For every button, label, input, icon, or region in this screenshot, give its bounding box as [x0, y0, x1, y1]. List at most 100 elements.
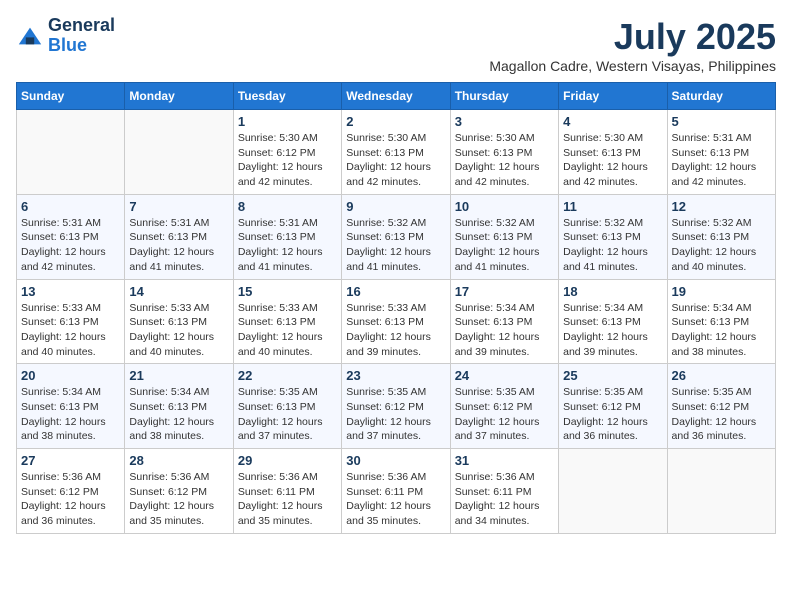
day-info: Sunrise: 5:34 AM Sunset: 6:13 PM Dayligh…: [563, 301, 662, 360]
day-info: Sunrise: 5:33 AM Sunset: 6:13 PM Dayligh…: [129, 301, 228, 360]
calendar-cell: [125, 110, 233, 195]
day-info: Sunrise: 5:36 AM Sunset: 6:11 PM Dayligh…: [346, 470, 445, 529]
day-number: 6: [21, 199, 120, 214]
calendar-cell: 17Sunrise: 5:34 AM Sunset: 6:13 PM Dayli…: [450, 279, 558, 364]
day-info: Sunrise: 5:36 AM Sunset: 6:11 PM Dayligh…: [238, 470, 337, 529]
location: Magallon Cadre, Western Visayas, Philipp…: [489, 58, 776, 74]
calendar-cell: 26 Sunrise: 5:35 AM Sunset: 6:12 PM Dayli…: [667, 364, 775, 449]
day-info: Sunrise: 5:34 AM Sunset: 6:13 PM Dayligh…: [129, 385, 228, 444]
day-info: Sunrise: 5:35 AM Sunset: 6:12 PM Dayligh…: [455, 385, 554, 444]
calendar-cell: 24Sunrise: 5:35 AM Sunset: 6:12 PM Dayli…: [450, 364, 558, 449]
calendar-cell: 11 Sunrise: 5:32 AM Sunset: 6:13 PM Dayli…: [559, 194, 667, 279]
weekday-header-thursday: Thursday: [450, 83, 558, 110]
day-number: 17: [455, 284, 554, 299]
day-info: Sunrise: 5:35 AM Sunset: 6:13 PM Dayligh…: [238, 385, 337, 444]
day-number: 23: [346, 368, 445, 383]
day-number: 7: [129, 199, 228, 214]
day-number: 2: [346, 114, 445, 129]
weekday-header-friday: Friday: [559, 83, 667, 110]
calendar-cell: 5 Sunrise: 5:31 AM Sunset: 6:13 PM Daylig…: [667, 110, 775, 195]
day-number: 25: [563, 368, 662, 383]
day-number: 16: [346, 284, 445, 299]
weekday-header-saturday: Saturday: [667, 83, 775, 110]
calendar-week-2: 6 Sunrise: 5:31 AM Sunset: 6:13 PM Daylig…: [17, 194, 776, 279]
calendar-cell: 6 Sunrise: 5:31 AM Sunset: 6:13 PM Daylig…: [17, 194, 125, 279]
day-info: Sunrise: 5:33 AM Sunset: 6:13 PM Dayligh…: [346, 301, 445, 360]
day-info: Sunrise: 5:36 AM Sunset: 6:12 PM Dayligh…: [21, 470, 120, 529]
weekday-header-wednesday: Wednesday: [342, 83, 450, 110]
day-number: 3: [455, 114, 554, 129]
calendar-cell: 20Sunrise: 5:34 AM Sunset: 6:13 PM Dayli…: [17, 364, 125, 449]
day-number: 19: [672, 284, 771, 299]
calendar-cell: 10Sunrise: 5:32 AM Sunset: 6:13 PM Dayli…: [450, 194, 558, 279]
weekday-header-sunday: Sunday: [17, 83, 125, 110]
calendar-cell: 29 Sunrise: 5:36 AM Sunset: 6:11 PM Dayli…: [233, 449, 341, 534]
calendar-cell: 15Sunrise: 5:33 AM Sunset: 6:13 PM Dayli…: [233, 279, 341, 364]
calendar-cell: 14 Sunrise: 5:33 AM Sunset: 6:13 PM Dayli…: [125, 279, 233, 364]
calendar-cell: [667, 449, 775, 534]
calendar-cell: 13Sunrise: 5:33 AM Sunset: 6:13 PM Dayli…: [17, 279, 125, 364]
day-info: Sunrise: 5:36 AM Sunset: 6:11 PM Dayligh…: [455, 470, 554, 529]
logo-line2: Blue: [48, 35, 87, 55]
weekday-header-monday: Monday: [125, 83, 233, 110]
day-number: 22: [238, 368, 337, 383]
calendar-table: SundayMondayTuesdayWednesdayThursdayFrid…: [16, 82, 776, 534]
day-number: 4: [563, 114, 662, 129]
calendar-cell: 16 Sunrise: 5:33 AM Sunset: 6:13 PM Dayli…: [342, 279, 450, 364]
day-info: Sunrise: 5:30 AM Sunset: 6:13 PM Dayligh…: [455, 131, 554, 190]
day-info: Sunrise: 5:32 AM Sunset: 6:13 PM Dayligh…: [672, 216, 771, 275]
day-info: Sunrise: 5:35 AM Sunset: 6:12 PM Dayligh…: [672, 385, 771, 444]
day-number: 5: [672, 114, 771, 129]
calendar-cell: 18Sunrise: 5:34 AM Sunset: 6:13 PM Dayli…: [559, 279, 667, 364]
day-number: 29: [238, 453, 337, 468]
calendar-cell: 3 Sunrise: 5:30 AM Sunset: 6:13 PM Daylig…: [450, 110, 558, 195]
weekday-header-row: SundayMondayTuesdayWednesdayThursdayFrid…: [17, 83, 776, 110]
day-number: 10: [455, 199, 554, 214]
day-info: Sunrise: 5:31 AM Sunset: 6:13 PM Dayligh…: [21, 216, 120, 275]
day-info: Sunrise: 5:35 AM Sunset: 6:12 PM Dayligh…: [346, 385, 445, 444]
day-info: Sunrise: 5:31 AM Sunset: 6:13 PM Dayligh…: [129, 216, 228, 275]
logo-text: General Blue: [48, 16, 115, 56]
day-number: 15: [238, 284, 337, 299]
day-info: Sunrise: 5:33 AM Sunset: 6:13 PM Dayligh…: [21, 301, 120, 360]
logo-icon: [16, 22, 44, 50]
day-number: 27: [21, 453, 120, 468]
calendar-cell: 12 Sunrise: 5:32 AM Sunset: 6:13 PM Dayli…: [667, 194, 775, 279]
day-info: Sunrise: 5:30 AM Sunset: 6:12 PM Dayligh…: [238, 131, 337, 190]
day-info: Sunrise: 5:35 AM Sunset: 6:12 PM Dayligh…: [563, 385, 662, 444]
calendar-cell: 31 Sunrise: 5:36 AM Sunset: 6:11 PM Dayli…: [450, 449, 558, 534]
month-year: July 2025: [489, 16, 776, 58]
calendar-cell: 2Sunrise: 5:30 AM Sunset: 6:13 PM Daylig…: [342, 110, 450, 195]
day-info: Sunrise: 5:32 AM Sunset: 6:13 PM Dayligh…: [346, 216, 445, 275]
day-number: 14: [129, 284, 228, 299]
day-number: 1: [238, 114, 337, 129]
day-number: 21: [129, 368, 228, 383]
calendar-cell: 4 Sunrise: 5:30 AM Sunset: 6:13 PM Daylig…: [559, 110, 667, 195]
day-info: Sunrise: 5:31 AM Sunset: 6:13 PM Dayligh…: [238, 216, 337, 275]
calendar-cell: 27 Sunrise: 5:36 AM Sunset: 6:12 PM Dayli…: [17, 449, 125, 534]
day-number: 11: [563, 199, 662, 214]
day-number: 9: [346, 199, 445, 214]
day-number: 26: [672, 368, 771, 383]
day-number: 31: [455, 453, 554, 468]
calendar-cell: 9 Sunrise: 5:32 AM Sunset: 6:13 PM Daylig…: [342, 194, 450, 279]
calendar-cell: 7 Sunrise: 5:31 AM Sunset: 6:13 PM Daylig…: [125, 194, 233, 279]
day-info: Sunrise: 5:32 AM Sunset: 6:13 PM Dayligh…: [563, 216, 662, 275]
calendar-cell: [559, 449, 667, 534]
calendar-cell: 8Sunrise: 5:31 AM Sunset: 6:13 PM Daylig…: [233, 194, 341, 279]
calendar-week-5: 27 Sunrise: 5:36 AM Sunset: 6:12 PM Dayli…: [17, 449, 776, 534]
calendar-body: 1 Sunrise: 5:30 AM Sunset: 6:12 PM Daylig…: [17, 110, 776, 534]
day-number: 30: [346, 453, 445, 468]
calendar-cell: 25 Sunrise: 5:35 AM Sunset: 6:12 PM Dayli…: [559, 364, 667, 449]
day-info: Sunrise: 5:31 AM Sunset: 6:13 PM Dayligh…: [672, 131, 771, 190]
day-info: Sunrise: 5:30 AM Sunset: 6:13 PM Dayligh…: [563, 131, 662, 190]
day-number: 20: [21, 368, 120, 383]
weekday-header-tuesday: Tuesday: [233, 83, 341, 110]
title-block: July 2025 Magallon Cadre, Western Visaya…: [489, 16, 776, 74]
logo: General Blue: [16, 16, 115, 56]
day-number: 28: [129, 453, 228, 468]
page-header: General Blue July 2025 Magallon Cadre, W…: [16, 16, 776, 74]
day-number: 12: [672, 199, 771, 214]
calendar-cell: 28Sunrise: 5:36 AM Sunset: 6:12 PM Dayli…: [125, 449, 233, 534]
day-info: Sunrise: 5:34 AM Sunset: 6:13 PM Dayligh…: [672, 301, 771, 360]
